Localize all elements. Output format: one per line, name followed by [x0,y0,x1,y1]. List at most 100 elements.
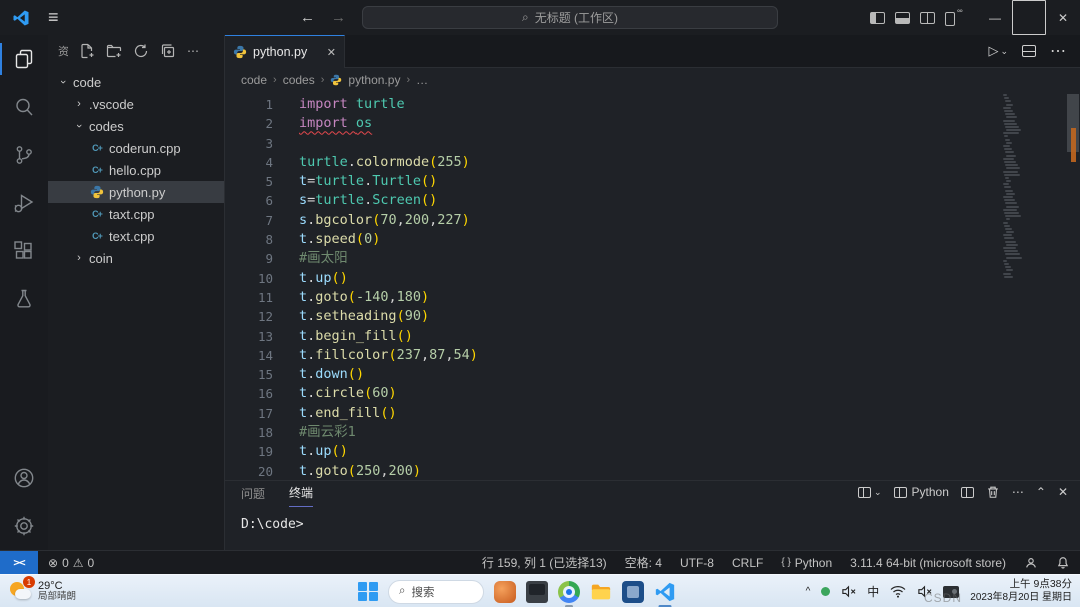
menu-icon[interactable]: ≡ [48,7,59,28]
panel-tab-problems[interactable]: 问题 [241,485,265,507]
tree-item--vscode[interactable]: ›.vscode [48,93,224,115]
new-terminal-button[interactable]: ⌄ [858,487,882,498]
breadcrumb-item[interactable]: … [416,73,428,87]
status-item[interactable]: 行 159, 列 1 (已选择13) [482,554,607,571]
file-explorer-icon[interactable] [590,581,612,603]
close-window-button[interactable]: ✕ [1046,0,1080,35]
start-button-icon[interactable] [358,582,378,602]
back-button[interactable]: ← [300,9,315,26]
warnings-icon[interactable]: ⚠ [73,556,84,570]
extensions-icon[interactable] [0,227,48,275]
toggle-panel-icon[interactable] [895,12,910,24]
toggle-sidebar-icon[interactable] [870,12,885,24]
code-line-8[interactable]: 8t.speed(0) [225,230,1080,249]
panel-tab-terminal[interactable]: 终端 [289,484,313,507]
code-line-19[interactable]: 19t.up() [225,442,1080,461]
code-line-13[interactable]: 13t.begin_fill() [225,327,1080,346]
refresh-icon[interactable] [133,43,149,59]
status-item[interactable]: { }Python [781,556,832,570]
minimap[interactable] [1003,94,1023,279]
kill-terminal-trash-icon[interactable] [986,485,1000,499]
tray-overflow-icon[interactable]: ^ [806,586,811,597]
new-file-icon[interactable] [79,43,95,59]
maximize-panel-icon[interactable]: ⌃ [1036,485,1046,499]
code-line-10[interactable]: 10t.up() [225,269,1080,288]
errors-icon[interactable]: ⊗ [48,556,58,570]
code-line-14[interactable]: 14t.fillcolor(237,87,54) [225,346,1080,365]
command-center-search[interactable]: ⌕ 无标题 (工作区) [362,6,778,29]
testing-icon[interactable] [0,275,48,323]
code-line-16[interactable]: 16t.circle(60) [225,384,1080,403]
laptop-app-icon[interactable] [526,581,548,603]
taskbar-search[interactable]: ⌕ 搜索 [388,580,484,604]
code-line-7[interactable]: 7s.bgcolor(70,200,227) [225,211,1080,230]
code-line-2[interactable]: 2import os [225,114,1080,133]
code-line-11[interactable]: 11t.goto(-140,180) [225,288,1080,307]
errors-count[interactable]: 0 [62,556,69,570]
weather-widget[interactable]: 1 29°C 局部晴朗 [0,580,76,603]
terminal-instance-python[interactable]: Python [894,485,949,499]
new-folder-icon[interactable] [106,43,122,59]
code-line-20[interactable]: 20t.goto(250,200) [225,462,1080,480]
tray-app-icon[interactable] [943,586,959,598]
status-item[interactable]: UTF-8 [680,556,714,570]
collapse-all-icon[interactable] [160,43,176,59]
tree-item-python-py[interactable]: python.py [48,181,224,203]
run-debug-icon[interactable] [0,179,48,227]
tree-item-taxt-cpp[interactable]: C+taxt.cpp [48,203,224,225]
code-editor[interactable]: 1import turtle2import os34turtle.colormo… [225,92,1080,480]
source-control-icon[interactable] [0,131,48,179]
maximize-button[interactable] [1012,0,1046,35]
code-line-17[interactable]: 17t.end_fill() [225,404,1080,423]
breadcrumb-item[interactable]: codes [283,73,315,87]
code-line-4[interactable]: 4turtle.colormode(255) [225,153,1080,172]
search-view-icon[interactable] [0,83,48,131]
split-editor-icon[interactable] [1022,45,1036,57]
ime-indicator[interactable]: 中 [867,583,879,600]
code-line-1[interactable]: 1import turtle [225,95,1080,114]
store-app-icon[interactable] [622,581,644,603]
toggle-secondary-sidebar-icon[interactable] [920,12,935,24]
status-item[interactable]: CRLF [732,556,763,570]
code-line-5[interactable]: 5t=turtle.Turtle() [225,172,1080,191]
close-panel-icon[interactable]: ✕ [1058,485,1068,499]
code-line-6[interactable]: 6s=turtle.Screen() [225,191,1080,210]
taskbar-clock[interactable]: 上午 9点38分 2023年8月20日 星期日 [970,578,1072,605]
tray-green-dot-icon[interactable] [821,587,830,596]
explorer-icon[interactable] [0,35,48,83]
editor-scrollbar[interactable] [1066,92,1080,480]
speaker-muted-icon[interactable] [841,584,856,599]
warnings-count[interactable]: 0 [88,556,95,570]
breadcrumb-item[interactable]: python.py [348,73,400,87]
tab-close-icon[interactable]: ✕ [327,46,336,59]
code-line-9[interactable]: 9#画太阳 [225,249,1080,268]
tree-item-text-cpp[interactable]: C+text.cpp [48,225,224,247]
remote-indicator[interactable]: >< [0,551,38,575]
minimize-button[interactable]: — [978,0,1012,35]
tab-python-py[interactable]: python.py ✕ [225,35,345,68]
code-line-15[interactable]: 15t.down() [225,365,1080,384]
tree-item-code[interactable]: ›code [48,71,224,93]
panel-more-actions-icon[interactable]: ⋯ [1012,485,1024,499]
tree-item-hello-cpp[interactable]: C+hello.cpp [48,159,224,181]
customize-layout-icon[interactable] [945,12,960,24]
terminal-output[interactable]: D:\code> [225,507,1080,532]
tree-item-coderun-cpp[interactable]: C+coderun.cpp [48,137,224,159]
volume-muted-icon[interactable] [917,584,932,599]
breadcrumb-item[interactable]: code [241,73,267,87]
feedback-icon[interactable] [1024,556,1038,570]
sidebar-more-actions-icon[interactable]: ⋯ [187,44,199,58]
status-item[interactable]: 3.11.4 64-bit (microsoft store) [850,556,1006,570]
account-icon[interactable] [0,454,48,502]
game-app-icon[interactable] [494,581,516,603]
wifi-icon[interactable] [890,585,906,598]
settings-gear-icon[interactable] [0,502,48,550]
forward-button[interactable]: → [331,9,346,26]
split-terminal-icon[interactable] [961,487,974,498]
code-line-12[interactable]: 12t.setheading(90) [225,307,1080,326]
run-button[interactable]: ▷⌄ [988,43,1008,59]
status-item[interactable]: 空格: 4 [625,554,662,571]
code-line-3[interactable]: 3 [225,134,1080,153]
browser-icon[interactable] [558,581,580,603]
notifications-bell-icon[interactable] [1056,556,1070,570]
